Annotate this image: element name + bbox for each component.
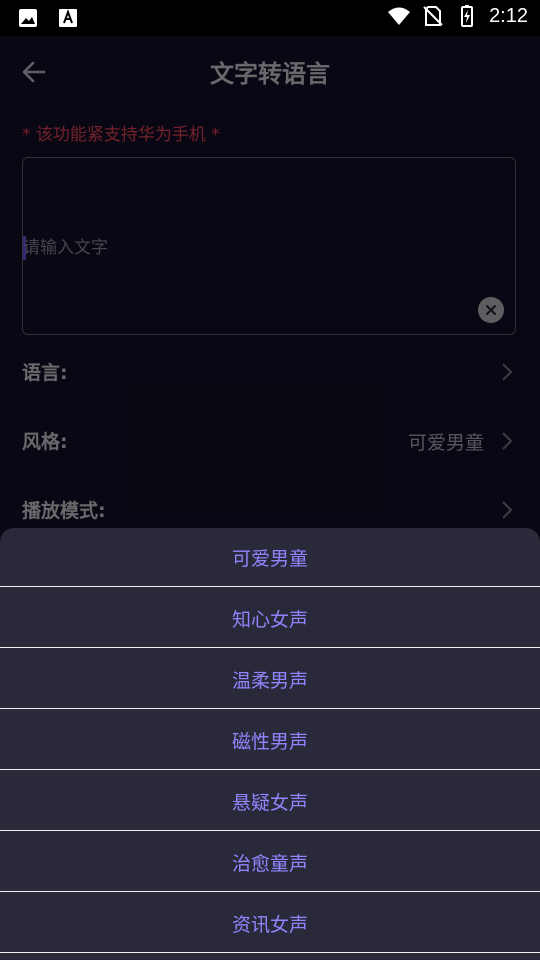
sheet-option[interactable]: 知心女声 [0,589,540,648]
chevron-right-icon [502,432,513,450]
text-input[interactable] [23,234,463,262]
support-notice: * 该功能紧支持华为手机 * [22,125,220,145]
style-value: 可爱男童 [407,432,484,454]
sheet-option[interactable]: 治愈童声 [0,833,540,892]
image-icon [19,9,37,27]
sheet-option[interactable]: 温柔男声 [0,650,540,709]
sheet-option[interactable]: 磁性男声 [0,711,540,770]
no-sim-icon [423,6,443,26]
wifi-icon [388,7,411,25]
status-bar: 2:12 [0,0,540,36]
chevron-right-icon [502,363,513,381]
style-picker-sheet: 可爱男童 知心女声 温柔男声 磁性男声 悬疑女声 治愈童声 资讯女声 [0,528,540,960]
language-row[interactable]: 语言: [22,352,518,392]
play-mode-row[interactable]: 播放模式: [22,490,518,530]
sheet-option[interactable]: 资讯女声 [0,894,540,953]
status-time: 2:12 [489,4,528,27]
style-row[interactable]: 风格: 可爱男童 [22,421,518,461]
status-left-icons [16,6,80,30]
text-input-box [22,157,516,335]
status-right-icons: 2:12 [387,4,528,28]
sheet-option[interactable]: 悬疑女声 [0,772,540,831]
style-label: 风格: [22,431,68,453]
app-header: 文字转语言 [0,36,540,106]
screen: 2:12 文字转语言 * 该功能紧支持华为手机 * 语言: [0,0,540,960]
play-mode-label: 播放模式: [22,500,106,522]
text-a-icon [59,9,77,27]
chevron-right-icon [502,501,513,519]
clear-text-button[interactable] [478,297,504,323]
battery-charging-icon [461,5,474,27]
sheet-option[interactable]: 可爱男童 [0,528,540,587]
language-label: 语言: [22,362,68,384]
clear-circle-icon [486,305,496,315]
page-title: 文字转语言 [210,60,330,88]
